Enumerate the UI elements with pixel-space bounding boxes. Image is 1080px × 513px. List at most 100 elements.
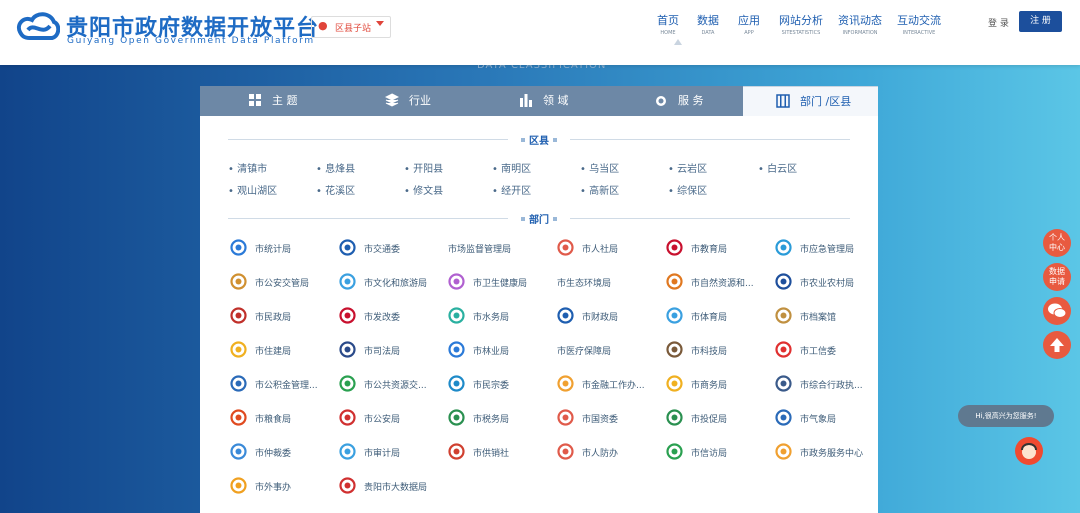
tab-field[interactable]: 领 域 (519, 86, 569, 116)
department-label: 市发改委 (364, 313, 401, 323)
district-link[interactable]: • 花溪区 (316, 182, 355, 197)
department-label: 市综合行政执... (800, 381, 863, 391)
district-link[interactable]: • 息烽县 (316, 160, 355, 175)
district-link[interactable]: • 高新区 (580, 182, 619, 197)
department-label: 市人防办 (582, 449, 619, 459)
department-emblem-icon (557, 307, 574, 324)
department-label: 市医疗保障局 (557, 347, 612, 357)
login-link[interactable]: 登 录 (988, 16, 1009, 29)
wechat-button[interactable] (1043, 297, 1071, 325)
department-emblem-icon (230, 273, 247, 290)
site-subtitle: Guiyang Open Government Data Platform (67, 36, 315, 46)
nav-information-label: 资讯动态 (838, 14, 882, 27)
back-to-top-button[interactable] (1043, 331, 1071, 359)
department-emblem-icon (557, 239, 574, 256)
department-label: 市农业农村局 (800, 279, 855, 289)
department-label: 市政务服务中心 (800, 449, 864, 459)
departments-heading-label: 部门 (529, 215, 549, 226)
chevron-down-icon (376, 21, 384, 26)
nav-statistics-en: SITESTATISTICS (781, 30, 821, 36)
department-emblem-icon (666, 341, 683, 358)
department-label: 市卫生健康局 (473, 279, 528, 289)
district-link[interactable]: • 经开区 (492, 182, 531, 197)
department-emblem-icon (775, 409, 792, 426)
tab-department-district[interactable]: 部门 /区县 (743, 86, 878, 116)
tab-topic[interactable]: 主 题 (248, 86, 298, 116)
register-button[interactable]: 注 册 (1019, 11, 1062, 32)
department-emblem-icon (775, 375, 792, 392)
district-link[interactable]: • 乌当区 (580, 160, 619, 175)
department-label: 市金融工作办... (582, 381, 645, 391)
department-emblem-icon (775, 273, 792, 290)
nav-statistics-label: 网站分析 (779, 14, 823, 27)
nav-app-label: 应用 (738, 14, 760, 27)
top-header: 贵阳市政府数据开放平台 Guiyang Open Government Data… (0, 0, 1080, 65)
tab-field-label: 领 域 (543, 94, 569, 107)
department-label: 市公安局 (364, 415, 401, 425)
nav-site-statistics[interactable]: 网站分析 SITESTATISTICS (779, 12, 823, 36)
nav-interactive-label: 互动交流 (897, 14, 941, 27)
department-label: 市林业局 (473, 347, 510, 357)
tab-department-label: 部门 /区县 (800, 95, 852, 108)
department-emblem-icon (230, 477, 247, 494)
district-link[interactable]: • 开阳县 (404, 160, 443, 175)
department-label: 市场监督管理局 (448, 245, 512, 255)
department-label: 市民政局 (255, 313, 292, 323)
district-site-select[interactable]: ● 区县子站 (311, 16, 391, 38)
department-emblem-icon (775, 341, 792, 358)
department-label: 市文化和旅游局 (364, 279, 428, 289)
customer-service-icon[interactable] (1015, 437, 1043, 465)
personal-center-button[interactable]: 个人 中心 (1043, 229, 1071, 257)
classification-panel: 主 题 行业 领 域 服 务 部门 /区县 区县 • 清镇市 • 息烽县 • 开阳县… (200, 86, 878, 513)
department-emblem-icon (666, 273, 683, 290)
tab-bar: 主 题 行业 领 域 服 务 部门 /区县 (200, 86, 878, 116)
site-select-value: 区县子站 (335, 24, 372, 34)
district-link[interactable]: • 南明区 (492, 160, 531, 175)
nav-app[interactable]: 应用 APP (738, 12, 760, 36)
department-emblem-icon (448, 443, 465, 460)
district-link[interactable]: • 综保区 (668, 182, 707, 197)
department-label: 市仲裁委 (255, 449, 292, 459)
nav-app-en: APP (744, 30, 754, 36)
site-logo[interactable]: 贵阳市政府数据开放平台 Guiyang Open Government Data… (16, 6, 318, 56)
nav-interactive[interactable]: 互动交流 INTERACTIVE (897, 12, 941, 36)
department-label: 市投促局 (691, 415, 728, 425)
department-emblem-icon (775, 307, 792, 324)
districts-heading: 区县 (228, 132, 850, 147)
nav-home[interactable]: 首页 HOME (657, 12, 682, 45)
nav-information[interactable]: 资讯动态 INFORMATION (838, 12, 882, 36)
tab-service[interactable]: 服 务 (654, 86, 704, 116)
data-request-button[interactable]: 数据 申请 (1043, 263, 1071, 291)
district-link[interactable]: • 云岩区 (668, 160, 707, 175)
department-emblem-icon (448, 341, 465, 358)
topic-icon (249, 94, 261, 106)
district-link[interactable]: • 清镇市 (228, 160, 267, 175)
department-emblem-icon (339, 375, 356, 392)
tab-topic-label: 主 题 (272, 94, 298, 107)
tab-industry[interactable]: 行业 (385, 86, 431, 116)
department-emblem-icon (230, 341, 247, 358)
department-label: 市公积金管理... (255, 381, 318, 391)
department-emblem-icon (339, 307, 356, 324)
department-label: 市信访局 (691, 449, 728, 459)
department-emblem-icon (666, 443, 683, 460)
agent-avatar-icon (1016, 438, 1042, 464)
nav-data[interactable]: 数据 DATA (697, 12, 719, 36)
department-label: 市统计局 (255, 245, 292, 255)
department-emblem-icon (230, 307, 247, 324)
department-emblem-icon (666, 409, 683, 426)
department-label: 市民宗委 (473, 381, 510, 391)
nav-information-en: INFORMATION (842, 30, 878, 36)
department-label: 市供销社 (473, 449, 510, 459)
district-link[interactable]: • 修文县 (404, 182, 443, 197)
department-emblem-icon (448, 375, 465, 392)
department-label: 市教育局 (691, 245, 728, 255)
columns-icon (776, 94, 790, 108)
department-emblem-icon (448, 307, 465, 324)
headset-icon (656, 96, 666, 106)
department-label: 贵阳市大数据局 (364, 483, 428, 493)
district-link[interactable]: • 观山湖区 (228, 182, 277, 197)
nav-home-label: 首页 (657, 14, 679, 27)
department-emblem-icon (230, 239, 247, 256)
district-link[interactable]: • 白云区 (758, 160, 797, 175)
